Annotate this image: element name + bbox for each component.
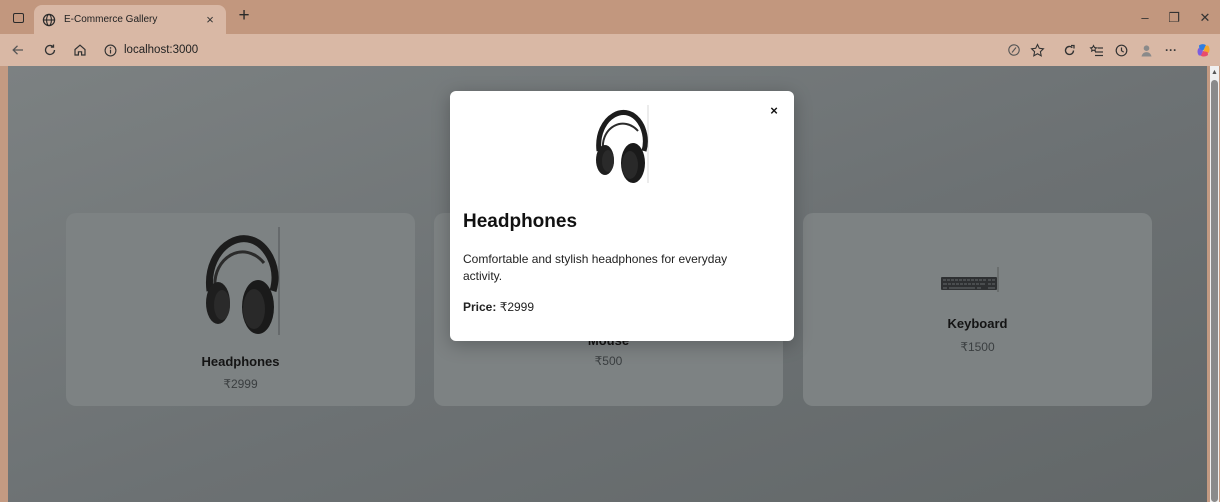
extensions-icon[interactable] [1058,39,1080,61]
keyboard-image [941,267,999,292]
minimize-icon[interactable]: – [1130,8,1160,28]
modal-title: Headphones [463,211,578,232]
scroll-up-arrow-icon[interactable]: ▲ [1210,68,1219,78]
tab-close-icon[interactable]: × [202,12,218,28]
modal-price-label: Price: [463,300,497,314]
scrollbar[interactable]: ▲ [1208,66,1220,502]
modal-close-button[interactable]: × [766,103,782,119]
product-name: Keyboard [947,316,1008,331]
url-text: localhost:3000 [124,44,199,56]
product-price: ₹500 [594,354,623,368]
product-price: ₹1500 [960,340,995,354]
browser-tab-bar: E-Commerce Gallery × + – ❐ ✕ [0,0,1220,34]
more-icon[interactable]: ··· [1160,39,1182,61]
home-icon[interactable] [68,38,92,62]
headphones-image [206,227,280,335]
globe-icon [42,13,56,27]
read-aloud-icon[interactable] [1003,39,1025,61]
history-icon[interactable] [1110,39,1132,61]
tab-title: E-Commerce Gallery [64,14,158,25]
sidebar-toggle-icon[interactable] [8,8,28,28]
modal-description: Comfortable and stylish headphones for e… [463,252,728,283]
close-window-icon[interactable]: ✕ [1190,8,1220,28]
modal-price-value: ₹2999 [499,300,535,314]
copilot-icon[interactable] [1192,39,1214,61]
modal-product-image [596,105,649,183]
product-price: ₹2999 [223,377,258,391]
product-card-keyboard[interactable]: Keyboard ₹1500 [803,213,1152,406]
collections-icon[interactable] [1085,39,1107,61]
product-card-headphones[interactable]: Headphones ₹2999 [66,213,415,406]
browser-tab[interactable]: E-Commerce Gallery × [34,5,226,34]
new-tab-button[interactable]: + [233,6,255,28]
back-icon[interactable] [6,38,30,62]
scroll-thumb[interactable] [1211,80,1218,502]
favorite-star-icon[interactable] [1026,39,1048,61]
profile-icon[interactable] [1135,39,1157,61]
site-info-icon[interactable] [102,42,118,58]
product-detail-modal: × Headphones Comfortable and stylish hea… [450,91,794,341]
browser-toolbar: localhost:3000 ··· [0,34,1220,66]
modal-price: Price: ₹2999 [463,300,534,314]
product-name: Headphones [201,354,280,369]
restore-icon[interactable]: ❐ [1159,8,1189,28]
refresh-icon[interactable] [38,38,62,62]
